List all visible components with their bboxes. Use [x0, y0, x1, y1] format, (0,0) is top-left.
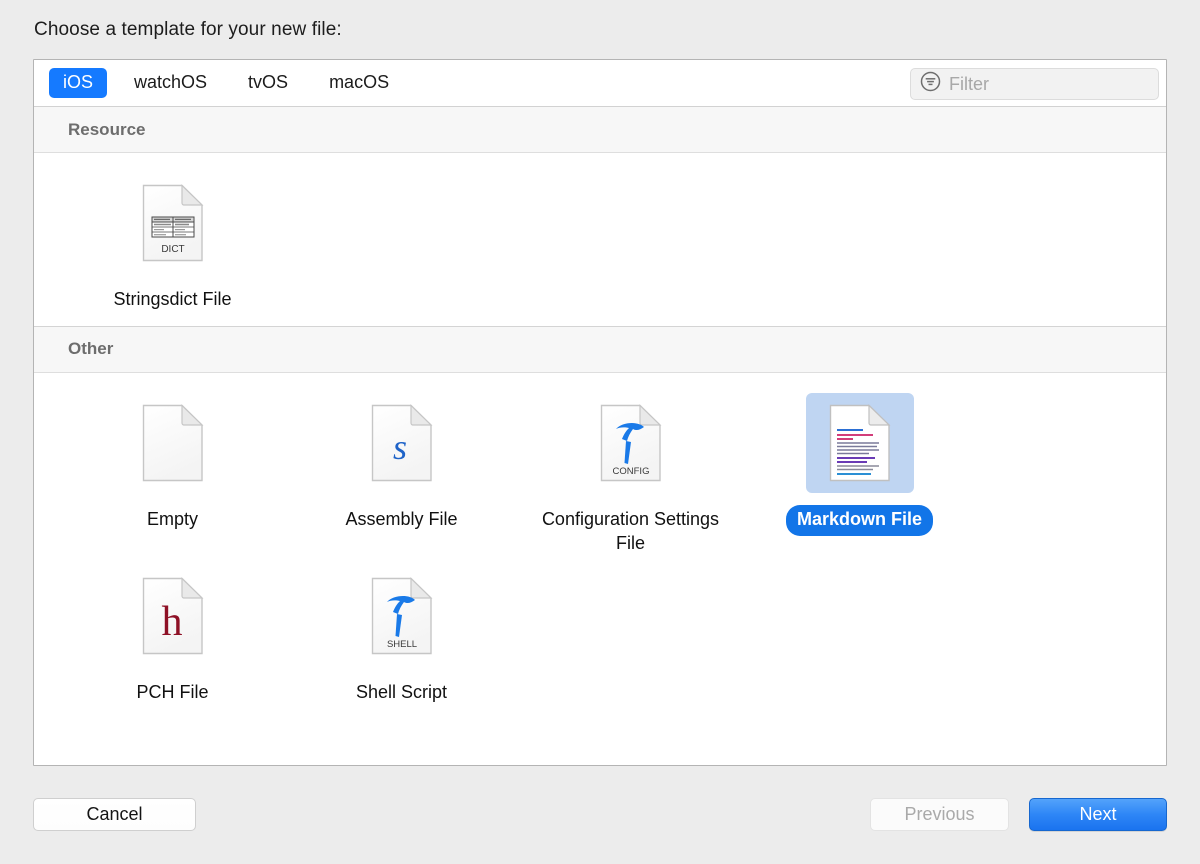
svg-text:CONFIG: CONFIG: [612, 466, 649, 477]
template-grid-other: Empty s Assembly File CONFIG Configurati…: [34, 387, 1166, 709]
icon-container: SHELL: [348, 566, 456, 666]
icon-container: h: [119, 566, 227, 666]
filter-placeholder: Filter: [949, 73, 989, 94]
section-body-other: Empty s Assembly File CONFIG Configurati…: [34, 372, 1166, 765]
new-file-template-dialog: Choose a template for your new file: iOS…: [0, 0, 1200, 864]
svg-text:h: h: [161, 599, 182, 645]
section-header-other: Other: [34, 326, 1166, 373]
svg-text:DICT: DICT: [161, 244, 184, 255]
tab-macos[interactable]: macOS: [315, 68, 403, 98]
shell-document-icon: SHELL: [371, 576, 432, 655]
tab-watchos[interactable]: watchOS: [120, 68, 221, 98]
template-item-configuration-settings-file[interactable]: CONFIG Configuration Settings File: [516, 387, 745, 560]
empty-document-icon: [142, 404, 203, 482]
template-item-label: Configuration Settings File: [541, 508, 720, 553]
config-document-icon: CONFIG: [600, 404, 661, 482]
section-header-label: Resource: [68, 119, 146, 139]
filter-input[interactable]: Filter: [910, 68, 1159, 100]
template-item-assembly-file[interactable]: s Assembly File: [287, 387, 516, 560]
template-item-pch-file[interactable]: h PCH File: [58, 560, 287, 709]
filter-circle-icon: [920, 71, 941, 97]
page-title: Choose a template for your new file:: [34, 19, 342, 40]
template-item-label: Shell Script: [355, 681, 448, 702]
icon-container: s: [348, 393, 456, 493]
template-grid-resource: DICT Stringsdict File: [34, 167, 1166, 316]
template-item-label: PCH File: [136, 681, 209, 702]
template-item-empty[interactable]: Empty: [58, 387, 287, 560]
svg-text:SHELL: SHELL: [386, 639, 416, 650]
markdown-document-icon: [829, 404, 890, 482]
section-header-label: Other: [68, 339, 114, 359]
svg-text:s: s: [392, 427, 406, 467]
icon-container: [119, 393, 227, 493]
cancel-button[interactable]: Cancel: [33, 798, 196, 831]
template-item-markdown-file[interactable]: Markdown File: [745, 387, 974, 560]
assembly-document-icon: s: [371, 404, 432, 482]
icon-container-selected: [805, 392, 914, 493]
section-header-resource: Resource: [34, 107, 1166, 153]
pch-document-icon: h: [142, 576, 203, 655]
template-item-shell-script[interactable]: SHELL Shell Script: [287, 560, 516, 709]
next-button[interactable]: Next: [1029, 798, 1167, 831]
previous-button[interactable]: Previous: [870, 798, 1009, 831]
section-body-resource: DICT Stringsdict File: [34, 153, 1166, 327]
template-item-label: Assembly File: [345, 508, 458, 529]
icon-container: CONFIG: [577, 393, 685, 493]
template-item-label: Empty: [146, 508, 198, 529]
tab-ios[interactable]: iOS: [49, 68, 108, 98]
icon-container: DICT: [119, 173, 227, 273]
template-chooser-panel: iOS watchOS tvOS macOS Filter Resource D…: [33, 59, 1167, 766]
template-item-label-selected: Markdown File: [785, 504, 933, 536]
platform-tabbar: iOS watchOS tvOS macOS Filter: [34, 60, 1166, 107]
template-item-label: Stringsdict File: [113, 289, 232, 309]
tab-tvos[interactable]: tvOS: [234, 68, 302, 98]
template-item-stringsdict-file[interactable]: DICT Stringsdict File: [58, 167, 287, 316]
dict-document-icon: DICT: [142, 184, 203, 262]
